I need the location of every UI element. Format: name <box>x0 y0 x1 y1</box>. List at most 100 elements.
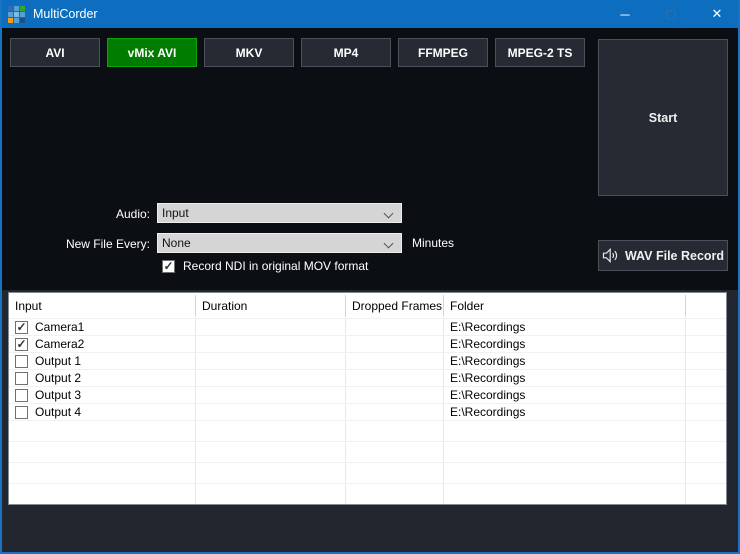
input-cell: Output 3 <box>9 387 196 403</box>
empty-cell <box>686 442 726 462</box>
duration-cell <box>196 353 346 369</box>
maximize-button: ▢ <box>648 0 694 28</box>
spacer-cell <box>686 319 726 335</box>
col-header-dropped-frames: Dropped Frames <box>346 295 444 317</box>
folder-cell: E:\Recordings <box>444 370 686 386</box>
table-header: Input Duration Dropped Frames Folder <box>9 293 726 318</box>
wav-button-label: WAV File Record <box>625 249 724 263</box>
dropped-frames-cell <box>346 404 444 420</box>
duration-cell <box>196 387 346 403</box>
duration-cell <box>196 370 346 386</box>
tab-avi[interactable]: AVI <box>10 38 100 67</box>
input-name: Output 2 <box>35 371 81 385</box>
table-row[interactable]: ✓Camera2E:\Recordings <box>9 335 726 352</box>
empty-cell <box>444 421 686 441</box>
table-body: ✓Camera1 E:\Recordings ✓ Camera2 E:\Recordin… <box>9 318 726 504</box>
spacer-cell <box>686 370 726 386</box>
close-button[interactable]: ✕ <box>694 0 740 28</box>
dropped-frames-cell <box>346 387 444 403</box>
table-row[interactable]: ✓Camera1 E:\Recordings <box>9 318 726 335</box>
input-cell: Output 1 <box>9 353 196 369</box>
table-row[interactable]: Output 4 E:\Recordings <box>9 403 726 420</box>
input-name: Output 1 <box>35 354 81 368</box>
row-checkbox[interactable] <box>15 389 28 402</box>
empty-cell <box>346 484 444 504</box>
recordings-panel: Input Duration Dropped Frames Folder ✓Ca… <box>0 290 740 554</box>
vmix-logo-icon <box>8 6 25 23</box>
input-cell: ✓ Camera2 <box>9 336 196 352</box>
format-tabs: AVIvMix AVIMKVMP4FFMPEGMPEG-2 TS <box>10 38 585 67</box>
row-checkbox[interactable] <box>15 406 28 419</box>
dropped-frames-cell <box>346 370 444 386</box>
spacer-cell <box>686 336 726 352</box>
tab-vmix-avi[interactable]: vMix AVI <box>107 38 197 67</box>
dropped-frames-cell <box>346 319 444 335</box>
ndi-checkbox[interactable]: ✓ <box>162 260 175 273</box>
minutes-label: Minutes <box>412 236 454 250</box>
duration-cell <box>196 404 346 420</box>
row-checkbox[interactable] <box>15 372 28 385</box>
new-file-label: New File Every: <box>0 237 150 251</box>
speaker-icon <box>602 248 619 263</box>
empty-table-row <box>9 441 726 462</box>
table-row[interactable]: Output 1E:\Recordings <box>9 352 726 369</box>
spacer-cell <box>686 353 726 369</box>
chevron-down-icon <box>384 209 394 219</box>
new-file-dropdown[interactable]: None <box>157 233 402 253</box>
empty-cell <box>686 421 726 441</box>
empty-cell <box>346 463 444 483</box>
window-title: MultiCorder <box>33 7 98 21</box>
tab-ffmpeg[interactable]: FFMPEG <box>398 38 488 67</box>
folder-cell: E:\Recordings <box>444 319 686 335</box>
audio-dropdown[interactable]: Input <box>157 203 402 223</box>
audio-value: Input <box>162 206 189 220</box>
empty-cell <box>9 421 196 441</box>
tab-mp4[interactable]: MP4 <box>301 38 391 67</box>
row-checkbox[interactable] <box>15 355 28 368</box>
empty-cell <box>196 463 346 483</box>
row-checkbox[interactable]: ✓ <box>15 321 28 334</box>
spacer-cell <box>686 404 726 420</box>
empty-cell <box>444 442 686 462</box>
table-row[interactable]: Output 3E:\Recordings <box>9 386 726 403</box>
empty-cell <box>9 442 196 462</box>
dropped-frames-cell <box>346 353 444 369</box>
input-name: Output 4 <box>35 405 81 419</box>
empty-cell <box>196 484 346 504</box>
duration-cell <box>196 336 346 352</box>
empty-cell <box>9 463 196 483</box>
empty-table-row <box>9 462 726 483</box>
empty-cell <box>346 421 444 441</box>
titlebar: MultiCorder ─ ▢ ✕ <box>0 0 740 28</box>
dropped-frames-cell <box>346 336 444 352</box>
col-header-duration: Duration <box>196 295 346 317</box>
table-row[interactable]: Output 2 E:\Recordings <box>9 369 726 386</box>
wav-file-record-button[interactable]: WAV File Record <box>598 240 728 271</box>
empty-cell <box>444 463 686 483</box>
input-cell: ✓Camera1 <box>9 319 196 335</box>
duration-cell <box>196 319 346 335</box>
empty-table-row <box>9 483 726 504</box>
folder-cell: E:\Recordings <box>444 404 686 420</box>
row-checkbox[interactable]: ✓ <box>15 338 28 351</box>
input-cell: Output 4 <box>9 404 196 420</box>
start-button[interactable]: Start <box>598 39 728 196</box>
col-header-input: Input <box>9 295 196 317</box>
tab-mkv[interactable]: MKV <box>204 38 294 67</box>
empty-cell <box>346 442 444 462</box>
new-file-value: None <box>162 236 191 250</box>
input-name: Camera2 <box>35 337 84 351</box>
chevron-down-icon <box>384 239 394 249</box>
ndi-checkbox-label: Record NDI in original MOV format <box>183 259 368 273</box>
col-header-folder: Folder <box>444 295 686 317</box>
inputs-table: Input Duration Dropped Frames Folder ✓Ca… <box>8 292 727 505</box>
spacer-cell <box>686 387 726 403</box>
empty-cell <box>444 484 686 504</box>
input-cell: Output 2 <box>9 370 196 386</box>
empty-cell <box>686 484 726 504</box>
empty-cell <box>196 442 346 462</box>
empty-cell <box>686 463 726 483</box>
tab-mpeg-2-ts[interactable]: MPEG-2 TS <box>495 38 585 67</box>
minimize-button[interactable]: ─ <box>602 0 648 28</box>
empty-cell <box>196 421 346 441</box>
